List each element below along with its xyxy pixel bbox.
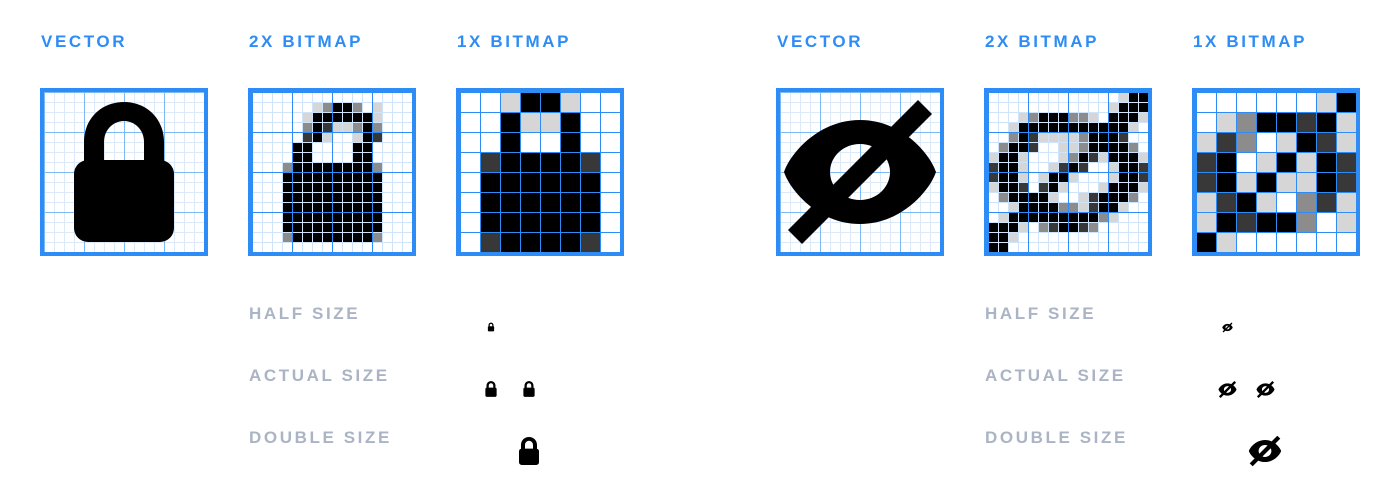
- size-row-label-actual: ACTUAL SIZE: [985, 366, 1126, 385]
- size-row-label-double: DOUBLE SIZE: [249, 428, 392, 447]
- vector-preview-panel-lock[interactable]: [40, 88, 208, 256]
- eye-off-sample-actual-1x: [1230, 358, 1300, 420]
- eye-off-sample-half-2x: [1192, 296, 1262, 358]
- lock-sample-half-2x: [456, 296, 526, 358]
- bitmap-2x-preview-panel-lock[interactable]: [248, 88, 416, 256]
- column-heading-bitmap-1x: 1X BITMAP: [1193, 32, 1308, 51]
- size-row-double-lock: DOUBLE SIZE: [248, 420, 708, 482]
- size-row-label-actual: ACTUAL SIZE: [249, 366, 390, 385]
- size-row-half-eyeoff: HALF SIZE: [984, 296, 1400, 358]
- bitmap-2x-grid: [988, 92, 1148, 252]
- lock-icon-vector: [44, 92, 204, 252]
- size-row-half-lock: HALF SIZE: [248, 296, 708, 358]
- bitmap-1x-grid: [1196, 92, 1356, 252]
- column-heading-bitmap-1x: 1X BITMAP: [457, 32, 572, 51]
- column-heading-vector: VECTOR: [41, 32, 128, 51]
- column-heading-bitmap-2x: 2X BITMAP: [249, 32, 364, 51]
- column-heading-bitmap-2x: 2X BITMAP: [985, 32, 1100, 51]
- size-row-double-eyeoff: DOUBLE SIZE: [984, 420, 1400, 482]
- eye-off-sample-double-1x: [1230, 420, 1300, 482]
- size-comparison-rows-lock: HALF SIZE ACTUAL SIZE DOUBLE SIZE: [248, 296, 708, 482]
- bitmap-1x-grid: [460, 92, 620, 252]
- bitmap-1x-preview-panel-eyeoff[interactable]: [1192, 88, 1360, 256]
- size-comparison-rows-eyeoff: HALF SIZE ACTUAL SIZE DOUBLE SIZE: [984, 296, 1400, 482]
- bitmap-2x-grid: [252, 92, 412, 252]
- lock-sample-double-1x: [494, 420, 564, 482]
- size-row-label-double: DOUBLE SIZE: [985, 428, 1128, 447]
- size-row-label-half: HALF SIZE: [249, 304, 361, 323]
- bitmap-1x-preview-panel-lock[interactable]: [456, 88, 624, 256]
- eye-off-icon-vector: [780, 92, 940, 252]
- lock-sample-actual-1x: [494, 358, 564, 420]
- bitmap-2x-preview-panel-eyeoff[interactable]: [984, 88, 1152, 256]
- size-row-actual-lock: ACTUAL SIZE: [248, 358, 708, 420]
- column-heading-vector: VECTOR: [777, 32, 864, 51]
- vector-preview-panel-eyeoff[interactable]: [776, 88, 944, 256]
- size-row-label-half: HALF SIZE: [985, 304, 1097, 323]
- size-row-actual-eyeoff: ACTUAL SIZE: [984, 358, 1400, 420]
